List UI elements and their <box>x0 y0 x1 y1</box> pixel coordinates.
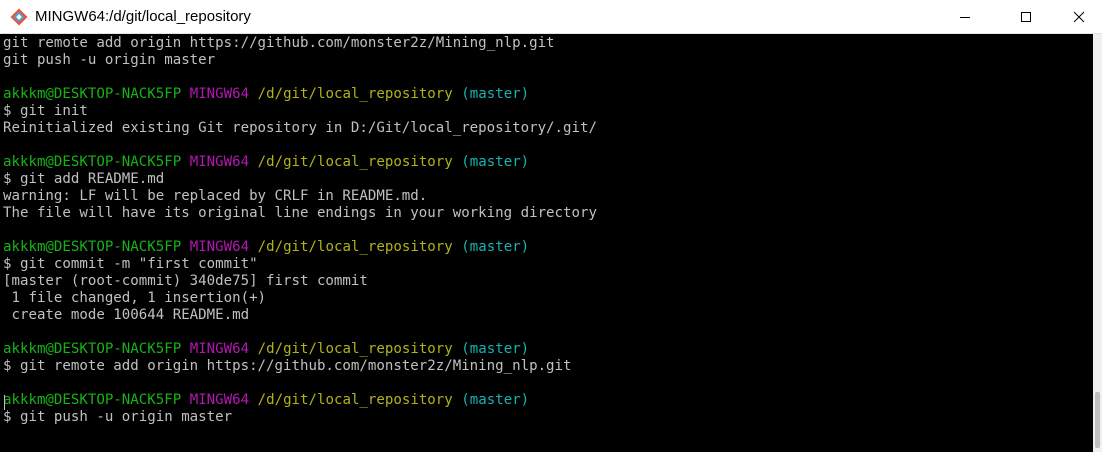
window-title: MINGW64:/d/git/local_repository <box>35 8 251 25</box>
output-line: Reinitialized existing Git repository in… <box>3 120 597 136</box>
close-button[interactable] <box>1056 0 1102 33</box>
prompt-line: akkkm@DESKTOP-NACK5FP MINGW64 /d/git/loc… <box>3 86 529 103</box>
prompt-shell: MINGW64 <box>189 392 250 408</box>
prompt-branch: (master) <box>461 239 530 255</box>
scrollbar-thumb[interactable] <box>1095 392 1100 448</box>
command-line: $ git add README.md <box>3 171 165 187</box>
git-bash-icon[interactable] <box>10 8 28 26</box>
prompt-line: akkkm@DESKTOP-NACK5FP MINGW64 /d/git/loc… <box>3 154 529 171</box>
output-line: The file will have its original line end… <box>3 205 597 221</box>
prompt-branch: (master) <box>461 154 530 170</box>
prompt-shell: MINGW64 <box>189 341 250 357</box>
maximize-button[interactable] <box>1003 0 1049 33</box>
command-line: $ git remote add origin https://github.c… <box>3 358 572 374</box>
prompt-user-host: akkkm@DESKTOP-NACK5FP <box>3 154 182 170</box>
prompt-path: /d/git/local_repository <box>257 86 453 102</box>
output-line: create mode 100644 README.md <box>3 307 250 323</box>
terminal-window: MINGW64:/d/git/local_repository git remo… <box>0 0 1102 452</box>
output-line: 1 file changed, 1 insertion(+) <box>3 290 267 306</box>
prompt-branch: (master) <box>461 86 530 102</box>
minimize-button[interactable] <box>942 0 988 33</box>
prompt-branch: (master) <box>461 341 530 357</box>
minimize-icon <box>960 16 970 18</box>
prompt-path: /d/git/local_repository <box>257 341 453 357</box>
output-line: [master (root-commit) 340de75] first com… <box>3 273 368 289</box>
output-line: git remote add origin https://github.com… <box>3 35 555 51</box>
prompt-path: /d/git/local_repository <box>257 239 453 255</box>
prompt-user-host: akkkm@DESKTOP-NACK5FP <box>3 239 182 255</box>
prompt-line: akkkm@DESKTOP-NACK5FP MINGW64 /d/git/loc… <box>3 392 529 409</box>
maximize-icon <box>1021 11 1031 22</box>
command-line: $ git push -u origin master <box>3 409 233 425</box>
prompt-branch: (master) <box>461 392 530 408</box>
output-line: warning: LF will be replaced by CRLF in … <box>3 188 428 204</box>
close-icon <box>1073 11 1085 22</box>
prompt-line: akkkm@DESKTOP-NACK5FP MINGW64 /d/git/loc… <box>3 341 529 358</box>
prompt-shell: MINGW64 <box>189 86 250 102</box>
prompt-path: /d/git/local_repository <box>257 392 453 408</box>
prompt-line: akkkm@DESKTOP-NACK5FP MINGW64 /d/git/loc… <box>3 239 529 256</box>
title-bar[interactable]: MINGW64:/d/git/local_repository <box>0 0 1102 34</box>
prompt-shell: MINGW64 <box>189 239 250 255</box>
prompt-user-host: akkkm@DESKTOP-NACK5FP <box>3 392 182 408</box>
prompt-shell: MINGW64 <box>189 154 250 170</box>
output-line: git push -u origin master <box>3 52 216 68</box>
text-cursor <box>4 395 5 410</box>
command-line: $ git commit -m "first commit" <box>3 256 258 272</box>
prompt-user-host: akkkm@DESKTOP-NACK5FP <box>3 86 182 102</box>
command-line: $ git init <box>3 103 88 119</box>
prompt-path: /d/git/local_repository <box>257 154 453 170</box>
prompt-user-host: akkkm@DESKTOP-NACK5FP <box>3 341 182 357</box>
vertical-scrollbar[interactable] <box>1093 34 1102 452</box>
terminal-output[interactable]: git remote add origin https://github.com… <box>0 34 1093 452</box>
